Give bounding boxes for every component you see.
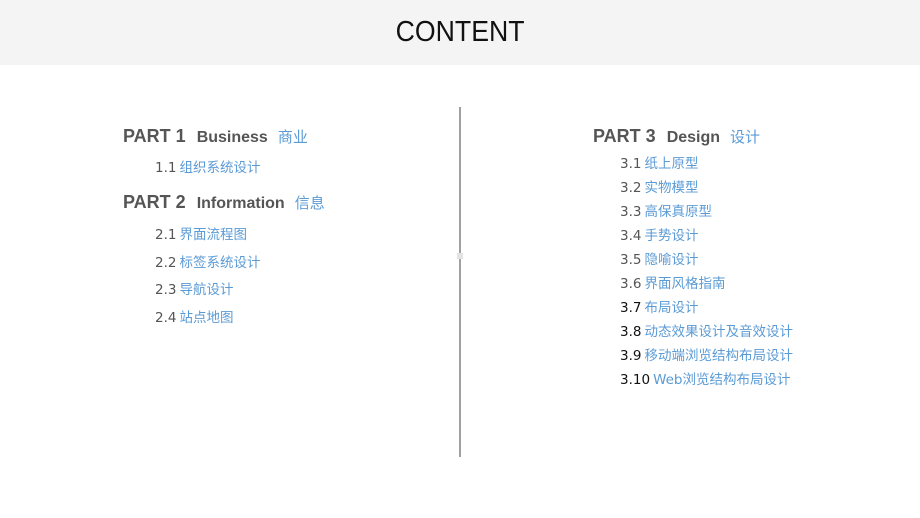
item-label: 动态效果设计及音效设计 <box>644 324 793 340</box>
item-number: 2.1 <box>155 227 177 243</box>
item-number: 3.8 <box>620 324 642 340</box>
part-number: PART 2 <box>123 192 186 212</box>
part-3-items: 3.1 纸上原型 3.2 实物模型 3.3 高保真原型 3.4 手势设计 3.5 隐喻设计… <box>593 152 793 392</box>
item-label: 高保真原型 <box>644 204 712 220</box>
part-title-en: Information <box>196 195 285 212</box>
toc-item[interactable]: 3.4 手势设计 <box>620 224 793 248</box>
item-label: 标签系统设计 <box>179 254 261 271</box>
item-number: 2.3 <box>155 282 177 298</box>
item-label: 组织系统设计 <box>179 160 261 176</box>
item-number: 3.6 <box>620 276 642 292</box>
toc-item[interactable]: 2.1 界面流程图 <box>155 222 325 250</box>
toc-item[interactable]: 3.6 界面风格指南 <box>620 272 793 296</box>
item-label: 界面流程图 <box>179 227 247 243</box>
item-label: 导航设计 <box>179 282 234 298</box>
item-number: 1.1 <box>155 160 177 176</box>
part-title-cn: 信息 <box>294 195 325 212</box>
part-title-en: Design <box>666 129 721 146</box>
toc-item[interactable]: 1.1 组织系统设计 <box>155 156 325 180</box>
item-label: 手势设计 <box>644 228 699 244</box>
part-heading-3[interactable]: PART 3 Design 设计 <box>593 122 793 150</box>
right-column: PART 3 Design 设计 3.1 纸上原型 3.2 实物模型 3.3 高保真原… <box>593 122 793 392</box>
part-heading-1[interactable]: PART 1 Business 商业 <box>123 122 325 150</box>
part-1-items: 1.1 组织系统设计 <box>123 156 325 180</box>
item-number: 3.7 <box>620 300 642 316</box>
toc-item[interactable]: 3.10 Web浏览结构布局设计 <box>620 368 793 392</box>
part-title-cn: 商业 <box>277 129 308 146</box>
toc-item[interactable]: 2.3 导航设计 <box>155 277 325 305</box>
item-label: 布局设计 <box>644 300 699 316</box>
item-label: 站点地图 <box>179 309 234 326</box>
toc-item[interactable]: 3.2 实物模型 <box>620 176 793 200</box>
toc-item[interactable]: 3.7 布局设计 <box>620 296 793 320</box>
toc-item[interactable]: 3.8 动态效果设计及音效设计 <box>620 320 793 344</box>
item-number: 2.2 <box>155 254 177 271</box>
item-number: 3.1 <box>620 156 642 172</box>
item-number: 3.4 <box>620 228 642 244</box>
part-2-items: 2.1 界面流程图 2.2 标签系统设计 2.3 导航设计 2.4 站点地图 <box>123 222 325 332</box>
divider-marker <box>457 253 463 259</box>
toc-item[interactable]: 2.4 站点地图 <box>155 305 325 333</box>
item-number: 3.10 <box>620 372 651 388</box>
toc-item[interactable]: 3.5 隐喻设计 <box>620 248 793 272</box>
toc-item[interactable]: 3.3 高保真原型 <box>620 200 793 224</box>
item-number: 3.5 <box>620 252 642 268</box>
part-number: PART 3 <box>593 126 656 146</box>
item-label: 实物模型 <box>644 180 699 196</box>
item-label: 纸上原型 <box>644 156 699 172</box>
item-number: 3.3 <box>620 204 642 220</box>
toc-item[interactable]: 3.1 纸上原型 <box>620 152 793 176</box>
item-label: 移动端浏览结构布局设计 <box>644 348 793 364</box>
item-number: 2.4 <box>155 309 177 326</box>
item-number: 3.2 <box>620 180 642 196</box>
toc-item[interactable]: 3.9 移动端浏览结构布局设计 <box>620 344 793 368</box>
part-title-cn: 设计 <box>730 129 761 146</box>
left-column: PART 1 Business 商业 1.1 组织系统设计 PART 2 Info… <box>123 122 325 332</box>
part-title-en: Business <box>196 129 268 146</box>
part-number: PART 1 <box>123 126 186 146</box>
item-number: 3.9 <box>620 348 642 364</box>
item-label: 界面风格指南 <box>644 276 726 292</box>
column-divider <box>459 107 461 457</box>
page-title: CONTENT <box>395 16 525 48</box>
toc-item[interactable]: 2.2 标签系统设计 <box>155 250 325 278</box>
item-label: 隐喻设计 <box>644 252 699 268</box>
header-bar: CONTENT <box>0 0 920 65</box>
item-label: Web浏览结构布局设计 <box>653 372 791 388</box>
part-heading-2[interactable]: PART 2 Information 信息 <box>123 188 325 216</box>
